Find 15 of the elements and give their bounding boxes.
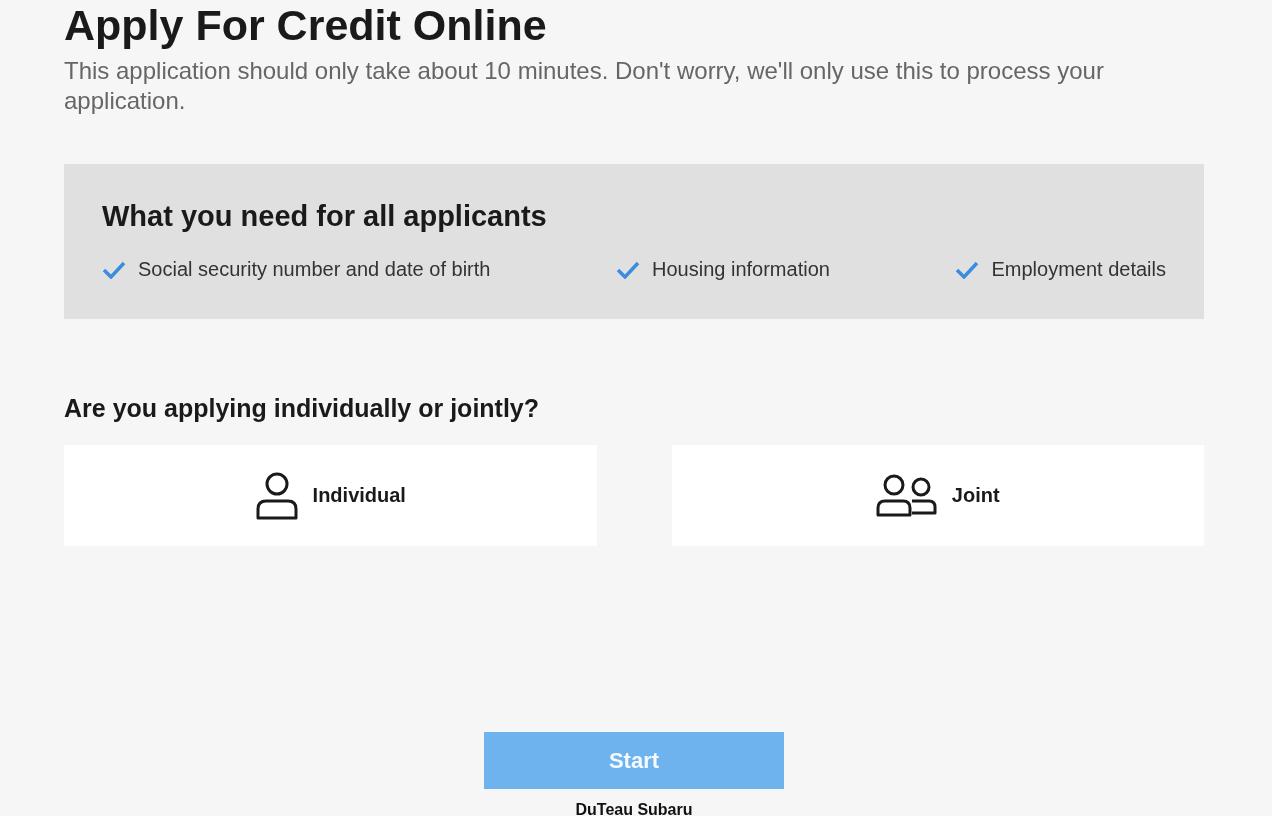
applicant-option[interactable]: Joint bbox=[671, 445, 1204, 546]
requirements-heading: What you need for all applicants bbox=[102, 199, 548, 234]
dealer-name: DuTeau Subaru bbox=[575, 801, 693, 816]
checkmark-icon bbox=[616, 260, 640, 279]
requirement-text: Housing information bbox=[652, 258, 830, 281]
two-people-icon bbox=[875, 473, 938, 518]
requirement-text: Employment details bbox=[991, 258, 1166, 281]
page-title: Apply For Credit Online bbox=[64, 0, 548, 50]
requirement-text: Social security number and date of birth bbox=[138, 258, 491, 281]
checkmark-icon bbox=[102, 260, 126, 279]
applicant-option[interactable]: Individual bbox=[64, 445, 597, 546]
person-icon bbox=[254, 470, 299, 521]
page-subtitle: This application should only take about 10 minutes. Don't worry, we'll only use this to process your application. bbox=[64, 56, 1105, 116]
question-text: Are you applying individually or jointly? bbox=[64, 393, 541, 423]
checkmark-icon bbox=[955, 260, 980, 279]
